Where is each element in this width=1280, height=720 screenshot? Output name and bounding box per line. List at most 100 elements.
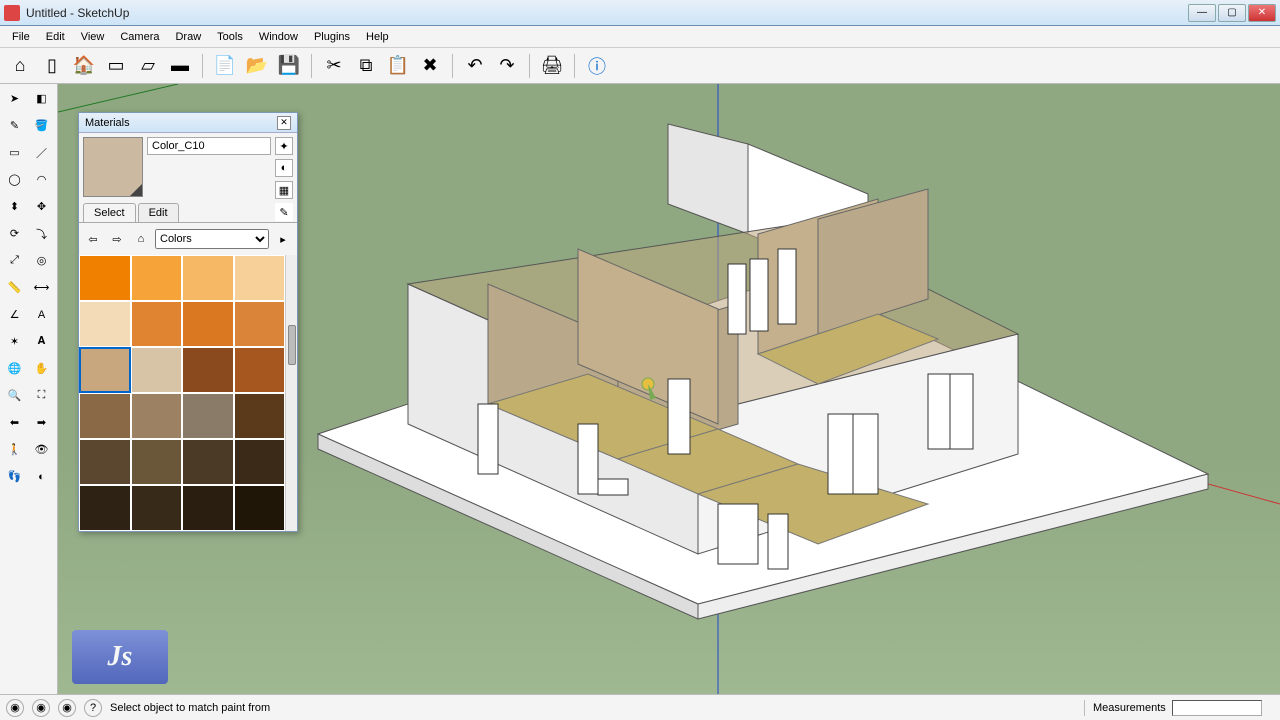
tab-select[interactable]: Select [83,203,136,222]
look-tool[interactable]: 👁 [29,437,54,462]
pencil-tool[interactable]: ✎ [2,113,27,138]
menu-draw[interactable]: Draw [167,29,209,45]
move-tool[interactable]: ✥ [29,194,54,219]
color-swatch[interactable] [182,301,234,347]
tab-edit[interactable]: Edit [138,203,179,222]
select-tool[interactable]: ➤ [2,86,27,111]
tape-tool[interactable]: 📏 [2,275,27,300]
color-swatch[interactable] [131,439,183,485]
color-swatch[interactable] [182,255,234,301]
arc-tool[interactable]: ◠ [29,167,54,192]
color-swatch[interactable] [182,393,234,439]
color-swatch[interactable] [234,347,286,393]
color-swatch[interactable] [234,393,286,439]
prev-tool[interactable]: ⬅ [2,410,27,435]
color-swatch[interactable] [131,485,183,531]
copy-button[interactable]: ⧉ [352,52,380,80]
rect-tool[interactable]: ▭ [2,140,27,165]
pan-tool[interactable]: ✋ [29,356,54,381]
color-swatch[interactable] [131,347,183,393]
paint-tool[interactable]: 🪣 [29,113,54,138]
menu-file[interactable]: File [4,29,38,45]
orbit-tool[interactable]: 🌐 [2,356,27,381]
eyedropper-button[interactable]: ✎ [275,203,293,221]
status-signin-button[interactable]: ◉ [58,699,76,717]
minimize-button[interactable]: — [1188,4,1216,22]
paste-button[interactable]: 📋 [384,52,412,80]
nav-forward-button[interactable]: ⇨ [107,229,127,249]
offset-tool[interactable]: ◎ [29,248,54,273]
undo-button[interactable]: ↶ [461,52,489,80]
menu-camera[interactable]: Camera [112,29,167,45]
current-material-preview[interactable] [83,137,143,197]
menu-edit[interactable]: Edit [38,29,73,45]
model-button[interactable]: 🏠 [70,52,98,80]
3dtext-tool[interactable]: 𝐀 [29,329,54,354]
color-swatch[interactable] [79,301,131,347]
save-button[interactable]: 💾 [275,52,303,80]
menu-tools[interactable]: Tools [209,29,251,45]
person-tool[interactable]: 🚶 [2,437,27,462]
walk-tool[interactable]: 👣 [2,464,27,489]
info-button[interactable]: ⓘ [583,52,611,80]
color-swatch[interactable] [79,347,131,393]
nav-home-button[interactable]: ⌂ [131,229,151,249]
zoomext-tool[interactable]: ⛶ [29,383,54,408]
sheet-button[interactable]: ▱ [134,52,162,80]
scrollbar-thumb[interactable] [288,325,296,365]
status-geo-button[interactable]: ◉ [6,699,24,717]
color-swatch[interactable] [79,485,131,531]
color-swatch[interactable] [131,301,183,347]
color-swatch[interactable] [234,255,286,301]
color-swatch[interactable] [234,301,286,347]
status-help-button[interactable]: ? [84,699,102,717]
rotate-tool[interactable]: ⟳ [2,221,27,246]
color-swatch[interactable] [234,439,286,485]
layer-button[interactable]: ▬ [166,52,194,80]
color-swatch[interactable] [131,393,183,439]
delete-button[interactable]: ✖ [416,52,444,80]
zoom-tool[interactable]: 🔍 [2,383,27,408]
menu-help[interactable]: Help [358,29,397,45]
color-swatch[interactable] [182,347,234,393]
axes-tool[interactable]: ✶ [2,329,27,354]
dim-tool[interactable]: ⟷ [29,275,54,300]
new-button[interactable]: ⌂ [6,52,34,80]
color-swatch[interactable] [182,439,234,485]
protractor-tool[interactable]: ∠ [2,302,27,327]
default-material-button[interactable]: ◐ [275,159,293,177]
color-swatch[interactable] [182,485,234,531]
details-button[interactable]: ▸ [273,229,293,249]
in-model-button[interactable]: ▦ [275,181,293,199]
text-tool[interactable]: A [29,302,54,327]
color-swatch[interactable] [79,439,131,485]
create-material-button[interactable]: ✦ [275,137,293,155]
print-button[interactable]: 🖨 [538,52,566,80]
circle-tool[interactable]: ◯ [2,167,27,192]
materials-panel[interactable]: Materials ✕ Color_C10 ✦ ◐ ▦ Select Edit … [78,112,298,532]
scale-tool[interactable]: ⤢ [2,248,27,273]
maximize-button[interactable]: ▢ [1218,4,1246,22]
open-file-button[interactable]: 📂 [243,52,271,80]
menu-window[interactable]: Window [251,29,306,45]
materials-close-button[interactable]: ✕ [277,116,291,130]
color-swatch[interactable] [131,255,183,301]
color-swatch[interactable] [234,485,286,531]
section-tool[interactable]: ◐ [29,464,54,489]
color-swatch[interactable] [79,393,131,439]
eraser-tool[interactable]: ◧ [29,86,54,111]
material-name-field[interactable]: Color_C10 [147,137,271,155]
pushpull-tool[interactable]: ⬍ [2,194,27,219]
file-button[interactable]: ▭ [102,52,130,80]
library-select[interactable]: Colors [155,229,269,249]
line-tool[interactable]: ／ [29,140,54,165]
open-button[interactable]: ▯ [38,52,66,80]
measurements-input[interactable] [1172,700,1262,716]
next-tool[interactable]: ➡ [29,410,54,435]
new-file-button[interactable]: 📄 [211,52,239,80]
status-credits-button[interactable]: ◉ [32,699,50,717]
redo-button[interactable]: ↷ [493,52,521,80]
followme-tool[interactable]: ⤵ [29,221,54,246]
nav-back-button[interactable]: ⇦ [83,229,103,249]
menu-plugins[interactable]: Plugins [306,29,358,45]
